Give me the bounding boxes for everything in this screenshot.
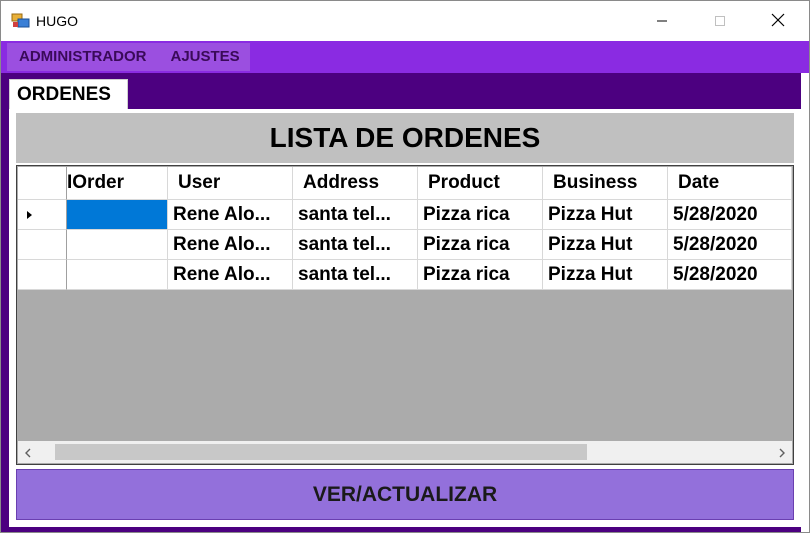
cell-address[interactable]: santa tel...	[293, 230, 418, 260]
maximize-button[interactable]	[691, 1, 749, 41]
cell-date[interactable]: 5/28/2020	[668, 260, 792, 290]
window-title: HUGO	[36, 13, 78, 29]
horizontal-scrollbar[interactable]	[18, 441, 792, 463]
column-header-iorder[interactable]: IOrder	[67, 167, 168, 200]
cell-business[interactable]: Pizza Hut	[543, 200, 668, 230]
cell-iorder[interactable]	[67, 200, 168, 230]
ver-actualizar-button[interactable]: VER/ACTUALIZAR	[16, 469, 794, 520]
cell-business[interactable]: Pizza Hut	[543, 260, 668, 290]
column-header-address[interactable]: Address	[293, 167, 418, 200]
column-header-user[interactable]: User	[168, 167, 293, 200]
close-button[interactable]	[749, 1, 807, 41]
menu-item-administrador[interactable]: ADMINISTRADOR	[7, 43, 159, 71]
menu-item-ajustes[interactable]: AJUSTES	[159, 43, 252, 71]
cell-user[interactable]: Rene Alo...	[168, 260, 293, 290]
column-header-product[interactable]: Product	[418, 167, 543, 200]
orders-grid[interactable]: IOrder User Address Product Business Dat…	[16, 165, 794, 465]
cell-iorder[interactable]	[67, 260, 168, 290]
menu-group: ADMINISTRADOR AJUSTES	[7, 43, 250, 71]
orders-panel: LISTA DE ORDENES IOrder User Address Pro…	[9, 109, 801, 527]
grid-header-row: IOrder User Address Product Business Dat…	[18, 167, 792, 200]
cell-date[interactable]: 5/28/2020	[668, 200, 792, 230]
tab-ordenes[interactable]: ORDENES	[9, 79, 128, 111]
row-header[interactable]	[18, 260, 67, 290]
maximize-icon	[714, 12, 726, 31]
page-title: LISTA DE ORDENES	[16, 113, 794, 163]
close-icon	[771, 12, 785, 31]
row-header[interactable]	[18, 200, 67, 230]
app-form-icon	[11, 13, 31, 29]
table-row[interactable]: Rene Alo... santa tel... Pizza rica Pizz…	[18, 260, 792, 290]
cell-address[interactable]: santa tel...	[293, 260, 418, 290]
side-strip	[801, 73, 809, 532]
cell-address[interactable]: santa tel...	[293, 200, 418, 230]
cell-iorder[interactable]	[67, 230, 168, 260]
menu-bar: ADMINISTRADOR AJUSTES	[1, 41, 809, 73]
current-row-arrow-icon	[27, 211, 32, 219]
scroll-right-button[interactable]	[772, 441, 792, 463]
row-header[interactable]	[18, 230, 67, 260]
cell-product[interactable]: Pizza rica	[418, 200, 543, 230]
minimize-icon	[656, 12, 668, 31]
chevron-right-icon	[778, 443, 786, 462]
cell-product[interactable]: Pizza rica	[418, 230, 543, 260]
app-window: HUGO ADMINISTRADOR AJUSTES ORDENES LISTA…	[0, 0, 810, 533]
cell-user[interactable]: Rene Alo...	[168, 200, 293, 230]
cell-date[interactable]: 5/28/2020	[668, 230, 792, 260]
scroll-left-button[interactable]	[18, 441, 38, 463]
cell-user[interactable]: Rene Alo...	[168, 230, 293, 260]
column-header-date[interactable]: Date	[668, 167, 792, 200]
grid-body: IOrder User Address Product Business Dat…	[18, 167, 792, 290]
cell-product[interactable]: Pizza rica	[418, 260, 543, 290]
minimize-button[interactable]	[633, 1, 691, 41]
chevron-left-icon	[24, 443, 32, 462]
scroll-thumb[interactable]	[55, 444, 587, 460]
table-row[interactable]: Rene Alo... santa tel... Pizza rica Pizz…	[18, 200, 792, 230]
content-area: ORDENES LISTA DE ORDENES IOrder User Add…	[1, 73, 809, 532]
grid-corner-header[interactable]	[18, 167, 67, 200]
title-bar: HUGO	[1, 1, 809, 41]
column-header-business[interactable]: Business	[543, 167, 668, 200]
table-row[interactable]: Rene Alo... santa tel... Pizza rica Pizz…	[18, 230, 792, 260]
cell-business[interactable]: Pizza Hut	[543, 230, 668, 260]
